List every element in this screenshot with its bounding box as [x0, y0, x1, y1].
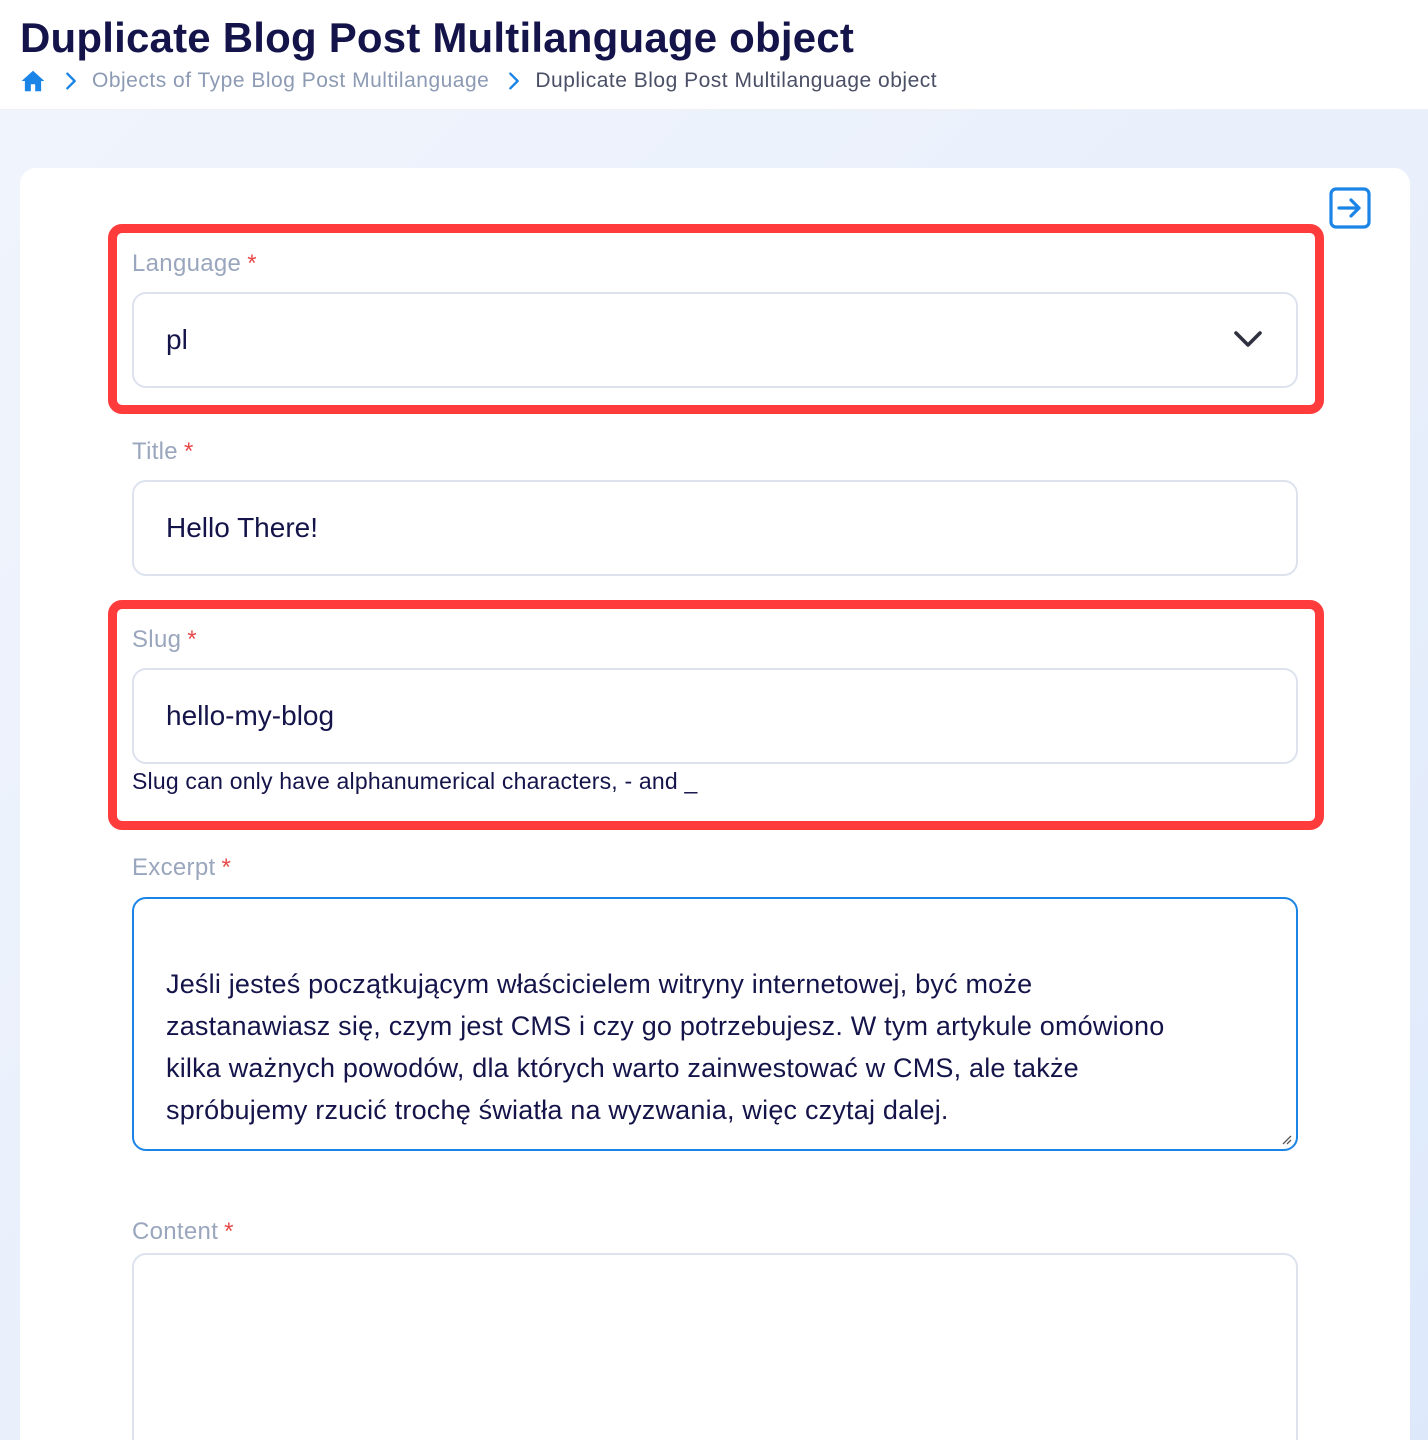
- language-select[interactable]: pl: [132, 292, 1298, 388]
- home-icon[interactable]: [20, 68, 46, 94]
- chevron-right-icon: [66, 72, 76, 90]
- slug-label: Slug *: [132, 626, 197, 654]
- title-label: Title *: [132, 438, 194, 466]
- excerpt-textarea[interactable]: Jeśli jesteś początkującym właścicielem …: [132, 897, 1298, 1151]
- required-mark: *: [221, 854, 232, 881]
- title-input-value: Hello There!: [166, 512, 319, 543]
- content-label-text: Content: [132, 1218, 219, 1245]
- slug-input-value: hello-my-blog: [166, 700, 335, 731]
- breadcrumb: Objects of Type Blog Post Multilanguage …: [20, 66, 937, 96]
- page-header: Duplicate Blog Post Multilanguage object…: [0, 0, 1428, 110]
- language-label-text: Language: [132, 250, 242, 277]
- excerpt-label: Excerpt *: [132, 854, 231, 882]
- content-label: Content *: [132, 1218, 234, 1246]
- title-input[interactable]: Hello There!: [132, 480, 1298, 576]
- required-mark: *: [183, 438, 194, 465]
- resize-grip-icon[interactable]: [1280, 1133, 1292, 1145]
- required-mark: *: [187, 626, 197, 653]
- slug-input[interactable]: hello-my-blog: [132, 668, 1298, 764]
- breadcrumb-link-objects[interactable]: Objects of Type Blog Post Multilanguage: [92, 69, 489, 93]
- chevron-right-icon: [509, 72, 520, 90]
- excerpt-label-text: Excerpt: [132, 854, 216, 881]
- content-editor[interactable]: [132, 1253, 1298, 1440]
- title-label-text: Title: [132, 438, 178, 465]
- required-mark: *: [247, 250, 257, 277]
- page-title: Duplicate Blog Post Multilanguage object: [20, 14, 855, 61]
- breadcrumb-current: Duplicate Blog Post Multilanguage object: [535, 69, 938, 92]
- arrow-right-box-icon[interactable]: [1329, 187, 1371, 229]
- required-mark: *: [224, 1218, 234, 1245]
- slug-label-text: Slug: [132, 626, 182, 653]
- language-label: Language *: [132, 250, 257, 278]
- slug-helper-text: Slug can only have alphanumerical charac…: [132, 768, 698, 794]
- language-select-value: pl: [166, 324, 188, 355]
- excerpt-textarea-value: Jeśli jesteś początkującym właścicielem …: [166, 969, 1165, 1125]
- chevron-down-icon: [1234, 331, 1262, 347]
